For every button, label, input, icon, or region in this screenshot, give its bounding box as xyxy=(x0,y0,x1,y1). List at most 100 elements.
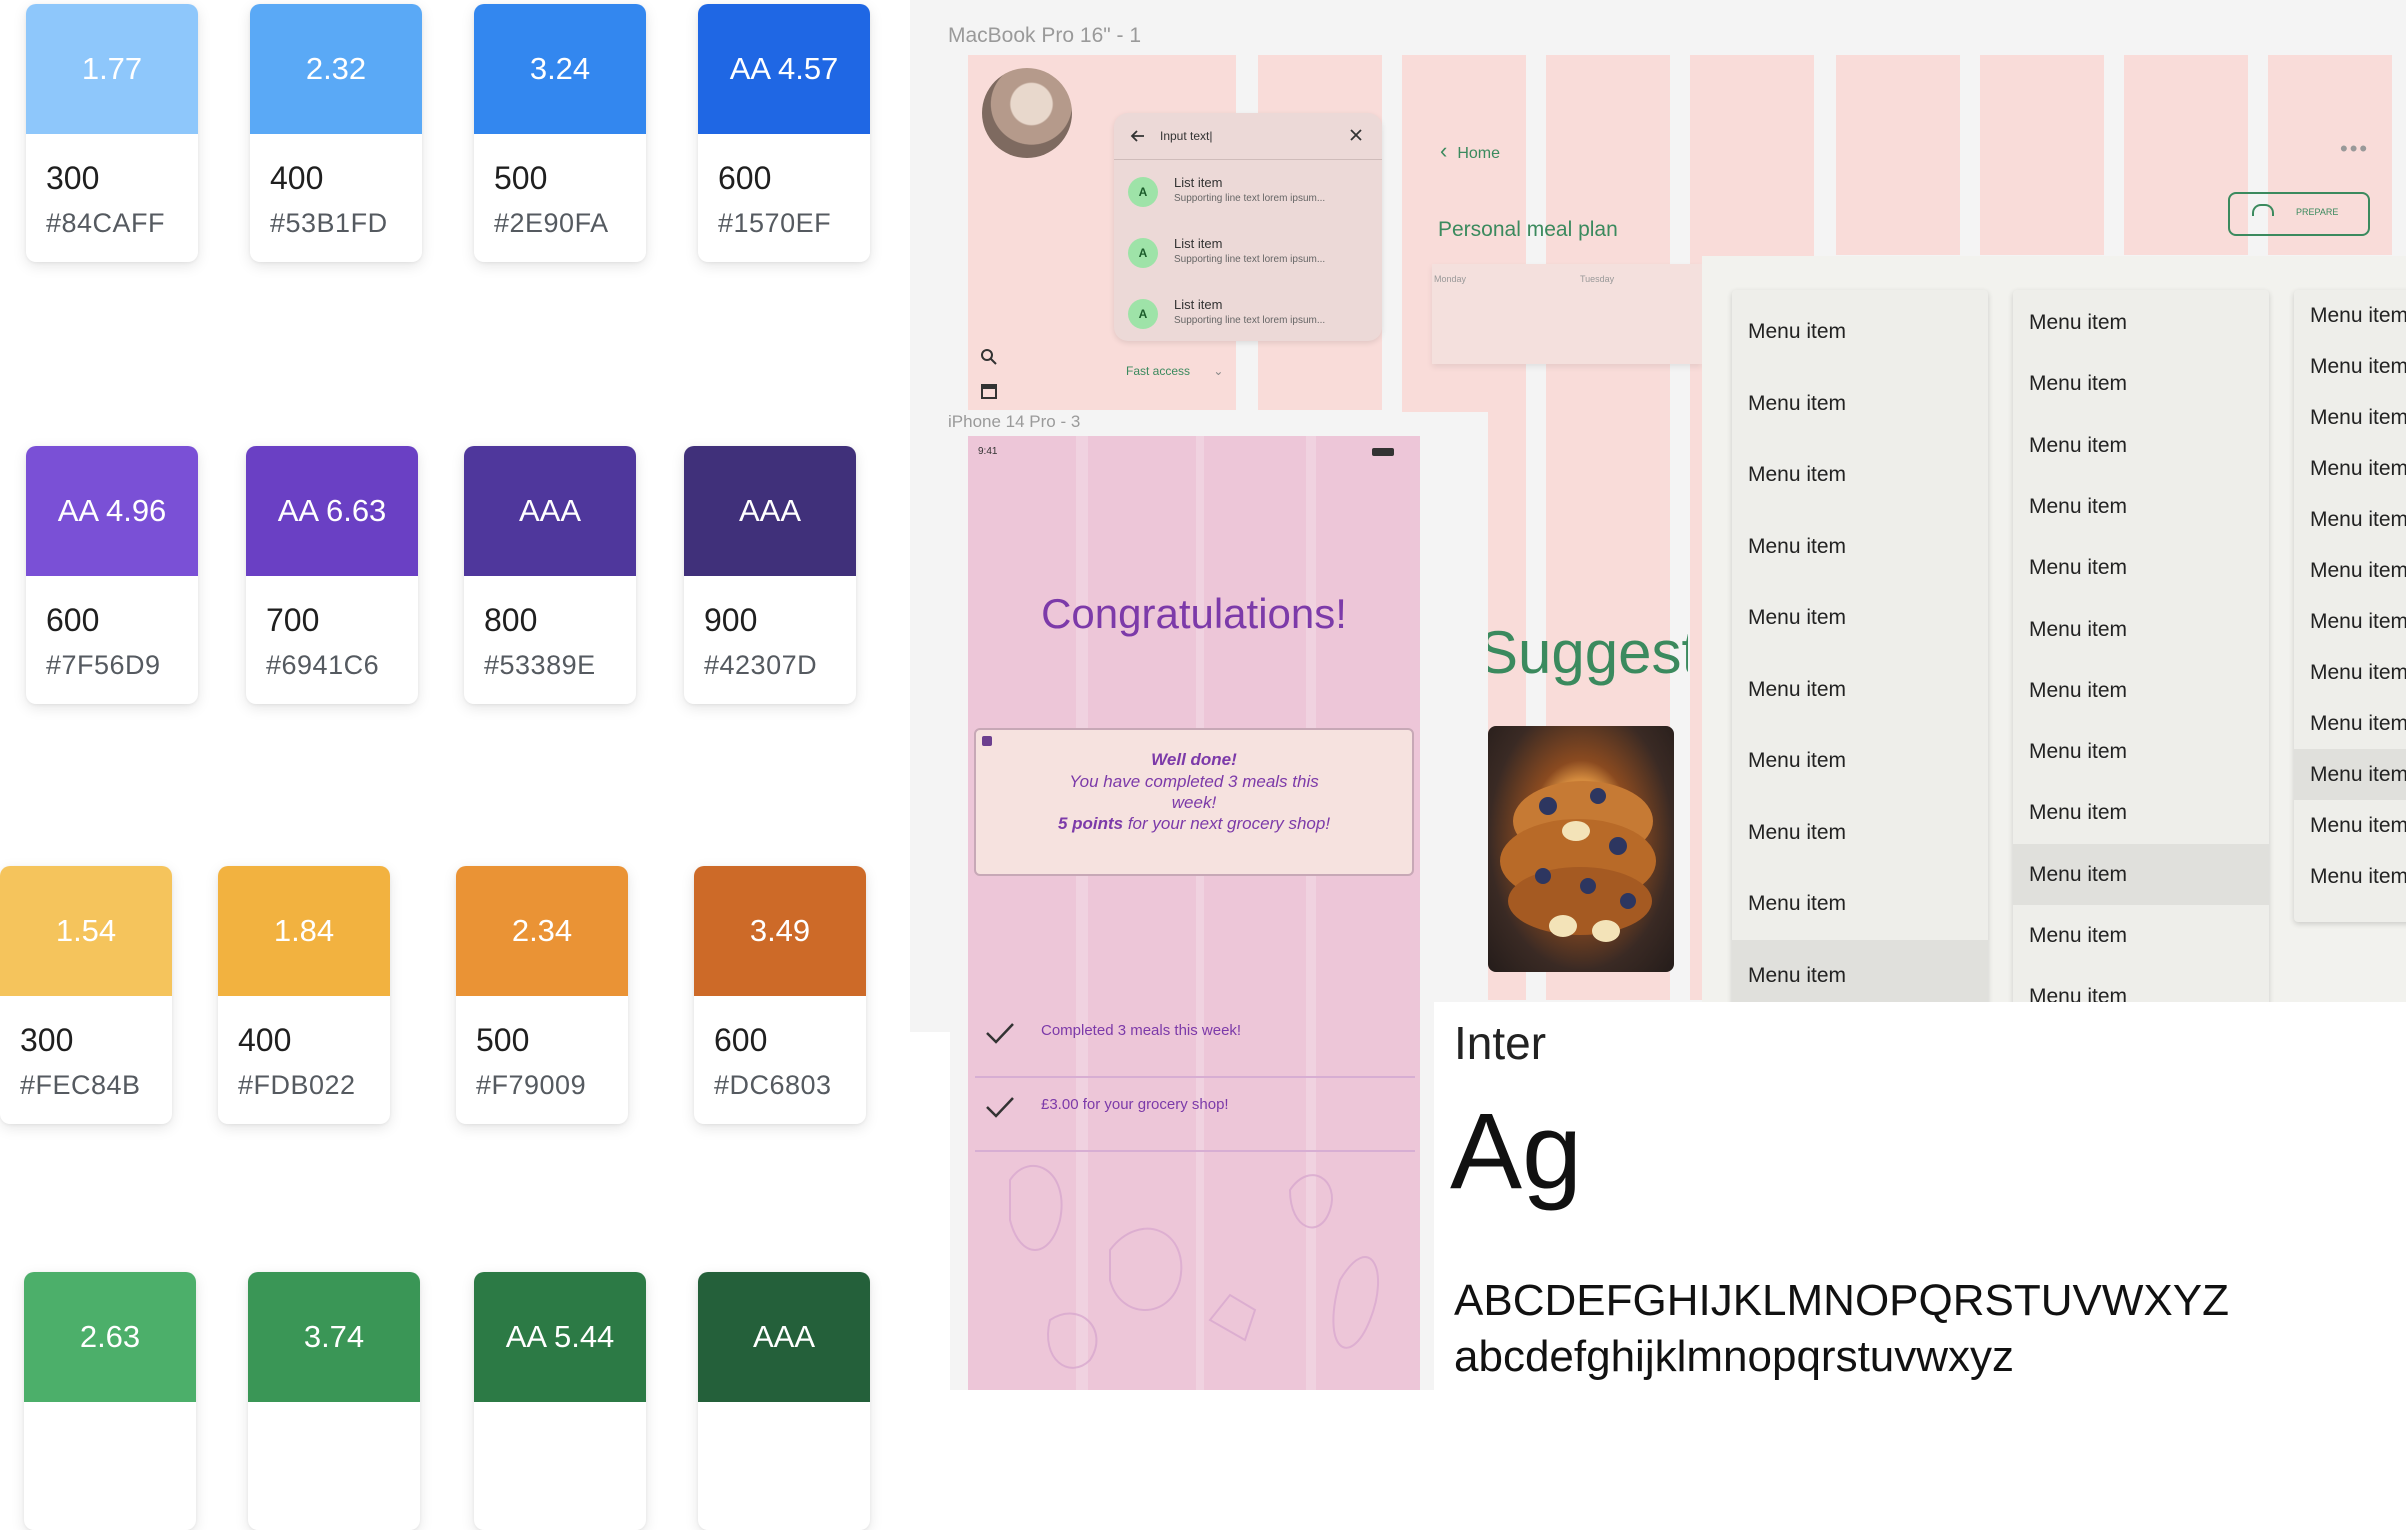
list-item[interactable]: A List item Supporting line text lorem ips… xyxy=(1128,232,1378,282)
search-bar[interactable] xyxy=(1114,113,1382,160)
menu-item-label: Menu item xyxy=(1748,892,1847,915)
color-swatch-card[interactable]: AA 4.96 600 #7F56D9 xyxy=(26,446,198,704)
menu-item[interactable]: Menu item xyxy=(2013,660,2269,721)
grid-column xyxy=(1980,55,2104,255)
color-swatch-card[interactable]: 3.24 500 #2E90FA xyxy=(474,4,646,262)
menu-item-label: Menu item xyxy=(2310,814,2406,837)
iphone-frame-label[interactable]: iPhone 14 Pro - 3 xyxy=(948,412,1080,432)
menu-item-label: Menu item xyxy=(2310,763,2406,786)
check-icon xyxy=(986,1097,1014,1118)
menu-item[interactable]: Menu item xyxy=(2294,545,2406,596)
menu-panel: Menu item Menu item Menu item Menu item Menu… xyxy=(2294,290,2406,922)
swatch-weight: 900 xyxy=(704,602,758,638)
more-options-icon[interactable]: ••• xyxy=(2340,136,2369,162)
lowercase-sample: abcdefghijklmnopqrstuvwxyz xyxy=(1454,1332,2015,1381)
menu-item[interactable]: Menu item xyxy=(1732,582,1988,653)
list-item[interactable]: A List item Supporting line text lorem ips… xyxy=(1128,171,1378,221)
menu-item[interactable]: Menu item xyxy=(2013,353,2269,414)
menu-item-label: Menu item xyxy=(2029,372,2128,396)
menu-item[interactable]: Menu item xyxy=(2294,800,2406,851)
contrast-chip: AA 4.96 xyxy=(26,446,198,576)
menu-item[interactable]: Menu item xyxy=(1732,439,1988,510)
menu-item[interactable]: Menu item xyxy=(2013,599,2269,660)
menu-item[interactable]: Menu item xyxy=(2013,905,2269,966)
check-row[interactable]: £3.00 for your grocery shop! xyxy=(975,1076,1415,1152)
color-swatch-card[interactable]: AAA xyxy=(698,1272,870,1530)
menu-item[interactable]: Menu item xyxy=(2013,415,2269,476)
menu-item[interactable]: Menu item xyxy=(2294,341,2406,392)
color-swatch-card[interactable]: AA 4.57 600 #1570EF xyxy=(698,4,870,262)
menu-item-label: Menu item xyxy=(2310,712,2406,735)
avatar[interactable] xyxy=(982,68,1072,158)
contrast-chip: AA 6.63 xyxy=(246,446,418,576)
meal-plan-card: Monday Tuesday xyxy=(1432,264,1702,364)
menu-item[interactable]: Menu item xyxy=(2013,537,2269,598)
color-swatch-card[interactable]: AAA 800 #53389E xyxy=(464,446,636,704)
check-row[interactable]: Completed 3 meals this week! xyxy=(975,1002,1415,1078)
color-swatch-card[interactable]: AA 6.63 700 #6941C6 xyxy=(246,446,418,704)
menu-item[interactable]: Menu item xyxy=(2294,443,2406,494)
menu-item[interactable]: Menu item xyxy=(2294,749,2406,800)
color-swatch-card[interactable]: AAA 900 #42307D xyxy=(684,446,856,704)
menu-item[interactable]: Menu item xyxy=(2013,476,2269,537)
menu-item-label: Menu item xyxy=(2310,610,2406,633)
color-swatch-card[interactable]: 2.34 500 #F79009 xyxy=(456,866,628,1124)
color-swatch-card[interactable]: 1.54 300 #FEC84B xyxy=(0,866,172,1124)
search-icon[interactable] xyxy=(980,348,998,366)
fast-access-label[interactable]: Fast access ⌄ xyxy=(1126,364,1223,378)
search-dropdown: A List item Supporting line text lorem ips… xyxy=(1114,113,1382,341)
color-swatch-card[interactable]: 2.32 400 #53B1FD xyxy=(250,4,422,262)
menu-item[interactable]: Menu item xyxy=(2013,843,2269,905)
page-title: Personal meal plan xyxy=(1438,218,1618,241)
contrast-chip: AAA xyxy=(684,446,856,576)
prepare-button[interactable]: PREPARE xyxy=(2228,192,2370,236)
grid-column xyxy=(1836,55,1960,255)
menu-item[interactable]: Menu item xyxy=(2294,851,2406,902)
menu-item[interactable]: Menu item xyxy=(2294,392,2406,443)
avatar: A xyxy=(1128,238,1158,268)
contrast-chip: 1.77 xyxy=(26,4,198,134)
list-item[interactable]: A List item Supporting line text lorem ips… xyxy=(1128,293,1378,343)
menu-item-label: Menu item xyxy=(1748,963,1847,987)
day-label: Tuesday xyxy=(1580,274,1615,284)
menu-item[interactable]: Menu item xyxy=(2294,647,2406,698)
menu-item[interactable]: Menu item xyxy=(1732,868,1988,939)
menu-item-label: Menu item xyxy=(2029,862,2128,886)
close-icon[interactable] xyxy=(1348,127,1364,143)
macbook-frame-label[interactable]: MacBook Pro 16" - 1 xyxy=(948,24,1141,48)
color-swatch-card[interactable]: 1.84 400 #FDB022 xyxy=(218,866,390,1124)
menu-item[interactable]: Menu item xyxy=(1732,368,1988,439)
menu-item[interactable]: Menu item xyxy=(1732,939,1988,1011)
menu-item[interactable]: Menu item xyxy=(2294,494,2406,545)
back-arrow-icon[interactable] xyxy=(1130,128,1146,144)
contrast-chip: 1.84 xyxy=(218,866,390,996)
menu-item-label: Menu item xyxy=(1748,534,1847,558)
card-line: 5 points for your next grocery shop! xyxy=(1057,814,1331,833)
color-swatch-card[interactable]: 3.49 600 #DC6803 xyxy=(694,866,866,1124)
menu-item[interactable]: Menu item xyxy=(2294,596,2406,647)
swatch-weight: 400 xyxy=(238,1022,292,1058)
menu-item[interactable]: Menu item xyxy=(1732,725,1988,796)
color-swatch-card[interactable]: 1.77 300 #84CAFF xyxy=(26,4,198,262)
contrast-chip: AAA xyxy=(698,1272,870,1402)
swatch-hex: #53389E xyxy=(484,650,596,680)
swatch-hex: #DC6803 xyxy=(714,1070,832,1100)
menu-item[interactable]: Menu item xyxy=(1732,654,1988,725)
breadcrumb[interactable]: ‹ Home xyxy=(1440,138,1500,164)
menu-item[interactable]: Menu item xyxy=(1732,797,1988,868)
color-swatch-card[interactable]: 3.74 xyxy=(248,1272,420,1530)
menu-item[interactable]: Menu item xyxy=(2294,698,2406,749)
color-swatch-card[interactable]: AA 5.44 xyxy=(474,1272,646,1530)
search-input[interactable] xyxy=(1158,125,1342,147)
calendar-icon[interactable] xyxy=(980,382,998,400)
menu-item[interactable]: Menu item xyxy=(2013,292,2269,353)
menu-item[interactable]: Menu item xyxy=(2013,782,2269,843)
menu-item[interactable]: Menu item xyxy=(2013,721,2269,782)
color-swatch-card[interactable]: 2.63 xyxy=(24,1272,196,1530)
contrast-chip: 3.74 xyxy=(248,1272,420,1402)
swatch-hex: #F79009 xyxy=(476,1070,587,1100)
menu-item[interactable]: Menu item xyxy=(1732,511,1988,582)
menu-item[interactable]: Menu item xyxy=(2294,290,2406,341)
menu-item[interactable]: Menu item xyxy=(1732,296,1988,367)
menu-panel: Menu item Menu item Menu item Menu item Menu… xyxy=(2013,290,2269,1046)
